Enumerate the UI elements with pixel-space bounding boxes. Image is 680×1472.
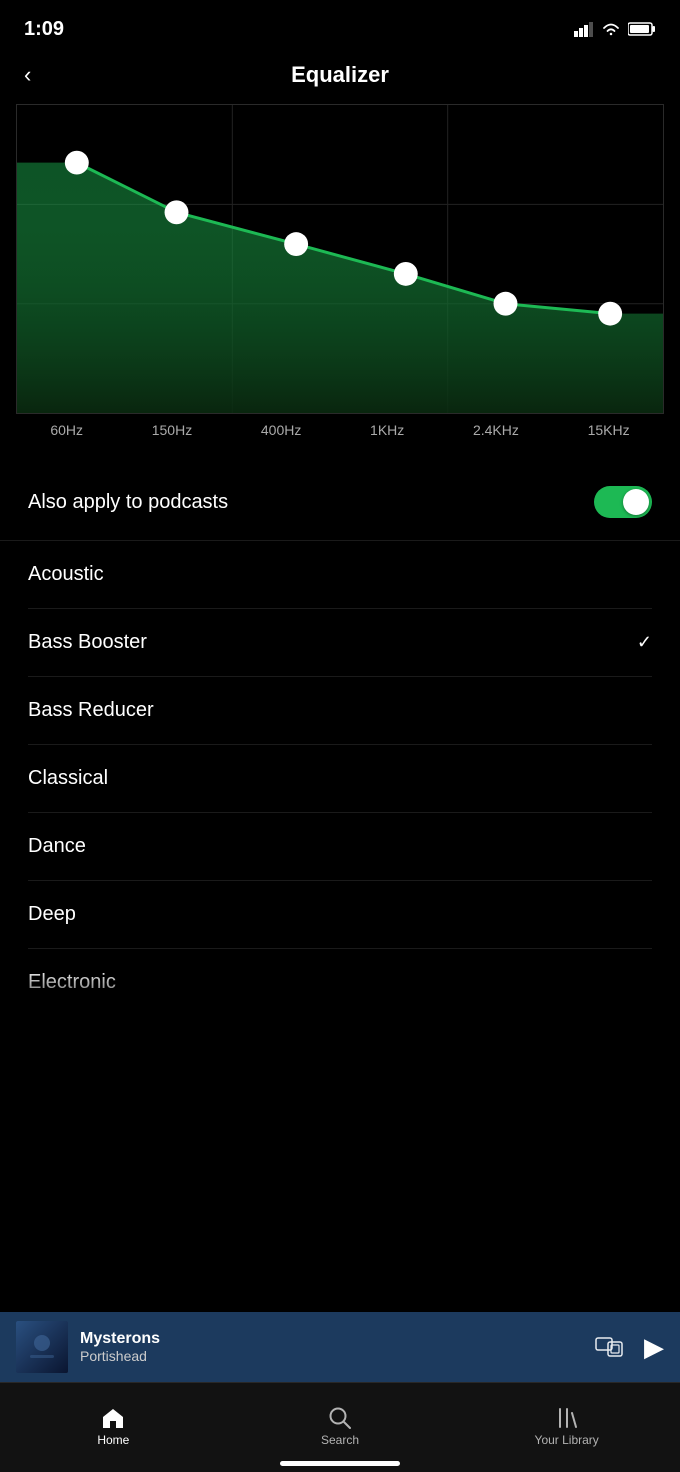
track-name: Mysterons [80, 1330, 594, 1348]
preset-name-deep: Deep [28, 903, 76, 926]
preset-item-acoustic[interactable]: Acoustic [28, 541, 652, 609]
status-time: 1:09 [24, 18, 64, 41]
nav-label-library: Your Library [535, 1433, 599, 1447]
now-playing-controls: ▶ [594, 1332, 664, 1363]
preset-item-deep[interactable]: Deep [28, 881, 652, 949]
preset-item-classical[interactable]: Classical [28, 745, 652, 813]
eq-point-60hz[interactable] [65, 151, 89, 175]
eq-chart-container[interactable]: 60Hz 150Hz 400Hz 1KHz 2.4KHz 15KHz [16, 104, 664, 464]
freq-60hz: 60Hz [50, 422, 83, 438]
home-indicator [280, 1461, 400, 1466]
preset-name-bass-reducer: Bass Reducer [28, 699, 154, 722]
nav-label-search: Search [321, 1433, 359, 1447]
album-thumbnail [16, 1321, 68, 1373]
podcast-toggle-switch[interactable] [594, 486, 652, 518]
home-icon [101, 1407, 125, 1429]
bottom-nav: Home Search Your Library [0, 1382, 680, 1472]
preset-name-electronic: Electronic [28, 971, 116, 994]
track-artist: Portishead [80, 1348, 594, 1364]
back-button[interactable]: ‹ [24, 62, 31, 88]
eq-point-400hz[interactable] [284, 232, 308, 256]
now-playing-bar[interactable]: Mysterons Portishead ▶ [0, 1312, 680, 1382]
search-icon [329, 1407, 351, 1429]
podcast-toggle-label: Also apply to podcasts [28, 491, 228, 514]
eq-point-1khz[interactable] [394, 262, 418, 286]
preset-name-classical: Classical [28, 767, 108, 790]
preset-item-bass-reducer[interactable]: Bass Reducer [28, 677, 652, 745]
freq-15khz: 15KHz [588, 422, 630, 438]
freq-24khz: 2.4KHz [473, 422, 519, 438]
eq-point-24khz[interactable] [494, 292, 518, 316]
signal-icon [574, 21, 594, 37]
header: ‹ Equalizer [0, 52, 680, 104]
nav-label-home: Home [97, 1433, 129, 1447]
nav-item-home[interactable]: Home [0, 1383, 227, 1462]
library-icon [556, 1407, 578, 1429]
page-title: Equalizer [291, 62, 389, 88]
preset-name-bass-booster: Bass Booster [28, 631, 147, 654]
wifi-icon [600, 21, 622, 37]
freq-150hz: 150Hz [152, 422, 192, 438]
track-info: Mysterons Portishead [80, 1330, 594, 1364]
device-connect-icon[interactable] [594, 1334, 624, 1360]
preset-item-electronic[interactable]: Electronic [28, 949, 652, 1017]
checkmark-icon: ✓ [637, 632, 652, 653]
status-bar: 1:09 [0, 0, 680, 52]
freq-400hz: 400Hz [261, 422, 301, 438]
nav-item-search[interactable]: Search [227, 1383, 454, 1462]
preset-item-dance[interactable]: Dance [28, 813, 652, 881]
battery-icon [628, 21, 656, 37]
eq-point-150hz[interactable] [165, 200, 189, 224]
preset-item-bass-booster[interactable]: Bass Booster ✓ [28, 609, 652, 677]
freq-1khz: 1KHz [370, 422, 404, 438]
eq-point-15khz[interactable] [598, 302, 622, 326]
preset-list: Acoustic Bass Booster ✓ Bass Reducer Cla… [0, 541, 680, 1017]
freq-labels: 60Hz 150Hz 400Hz 1KHz 2.4KHz 15KHz [16, 414, 664, 446]
eq-chart[interactable] [16, 104, 664, 414]
nav-item-library[interactable]: Your Library [453, 1383, 680, 1462]
play-button[interactable]: ▶ [644, 1332, 664, 1363]
podcast-toggle-row[interactable]: Also apply to podcasts [0, 464, 680, 541]
preset-name-acoustic: Acoustic [28, 563, 104, 586]
status-icons [574, 21, 656, 37]
toggle-knob [623, 489, 649, 515]
preset-name-dance: Dance [28, 835, 86, 858]
